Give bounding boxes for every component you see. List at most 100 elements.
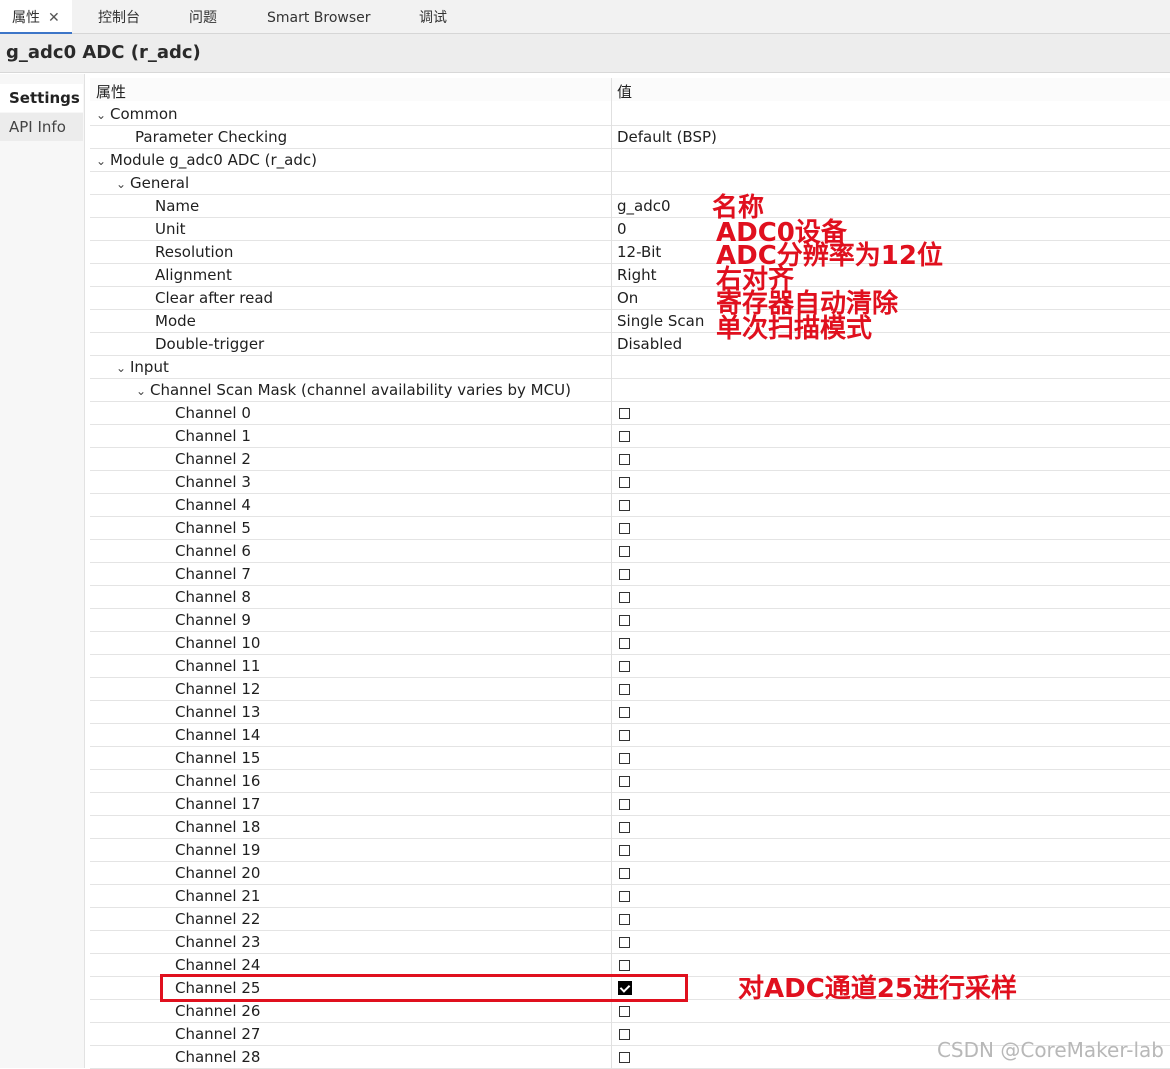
checkbox[interactable] [619,638,630,649]
checkbox[interactable] [619,684,630,695]
channel-row[interactable]: Channel 9 [90,609,1170,632]
tree-group-row[interactable]: ⌄ Input [90,356,1170,379]
chevron-down-icon[interactable]: ⌄ [96,154,110,168]
property-row[interactable]: Clear after read On [90,287,1170,310]
checkbox[interactable] [619,937,630,948]
tree-group-row[interactable]: ⌄ Module g_adc0 ADC (r_adc) [90,149,1170,172]
tab-console[interactable]: 控制台 [86,0,152,33]
checkbox[interactable] [619,960,630,971]
checkbox[interactable] [619,730,630,741]
channel-row[interactable]: Channel 17 [90,793,1170,816]
close-icon[interactable]: ✕ [48,10,60,26]
channel-row[interactable]: Channel 15 [90,747,1170,770]
checkbox[interactable] [619,1029,630,1040]
chevron-down-icon[interactable]: ⌄ [136,384,150,398]
checkbox[interactable] [619,523,630,534]
property-label: Channel 9 [175,611,251,629]
checkbox[interactable] [619,477,630,488]
property-cell: Double-trigger [155,335,264,353]
checkbox[interactable] [619,1052,630,1063]
checkbox[interactable] [619,454,630,465]
channel-row[interactable]: Channel 21 [90,885,1170,908]
tab-api-info[interactable]: API Info [0,113,83,141]
property-cell: Channel 11 [175,657,260,675]
channel-row[interactable]: Channel 5 [90,517,1170,540]
channel-row[interactable]: Channel 20 [90,862,1170,885]
property-row[interactable]: Parameter Checking Default (BSP) [90,126,1170,149]
chevron-down-icon[interactable]: ⌄ [116,177,130,191]
property-cell: Mode [155,312,196,330]
channel-row[interactable]: Channel 8 [90,586,1170,609]
checkbox[interactable] [619,868,630,879]
property-value[interactable]: 0 [617,220,627,238]
column-divider[interactable] [611,78,612,1068]
chevron-down-icon[interactable]: ⌄ [116,361,130,375]
channel-row[interactable]: Channel 22 [90,908,1170,931]
channel-row[interactable]: Channel 7 [90,563,1170,586]
channel-row[interactable]: Channel 4 [90,494,1170,517]
checkbox[interactable] [619,914,630,925]
channel-row[interactable]: Channel 23 [90,931,1170,954]
property-cell: Alignment [155,266,232,284]
checkbox[interactable] [619,546,630,557]
channel-row[interactable]: Channel 3 [90,471,1170,494]
checkbox[interactable] [619,569,630,580]
property-row[interactable]: Name g_adc0 [90,195,1170,218]
channel-row[interactable]: Channel 19 [90,839,1170,862]
property-value[interactable]: Right [617,266,657,284]
channel-row[interactable]: Channel 11 [90,655,1170,678]
property-label: Channel 14 [175,726,261,744]
checkbox[interactable] [619,615,630,626]
checkbox[interactable] [619,408,630,419]
property-value[interactable]: Disabled [617,335,682,353]
channel-row[interactable]: Channel 2 [90,448,1170,471]
tree-group-row[interactable]: ⌄ General [90,172,1170,195]
property-value[interactable]: 12-Bit [617,243,661,261]
checkbox[interactable] [619,500,630,511]
checkbox[interactable] [619,845,630,856]
checkbox[interactable] [619,431,630,442]
property-label: Mode [155,312,196,330]
property-value[interactable]: g_adc0 [617,197,671,215]
tab-settings[interactable]: Settings [0,84,83,112]
property-value[interactable]: On [617,289,638,307]
property-label: Channel 6 [175,542,251,560]
checkbox[interactable] [619,707,630,718]
checkbox[interactable] [619,661,630,672]
channel-row[interactable]: Channel 0 [90,402,1170,425]
checkbox[interactable] [619,822,630,833]
channel-row[interactable]: Channel 14 [90,724,1170,747]
property-row[interactable]: Double-trigger Disabled [90,333,1170,356]
channel-row[interactable]: Channel 16 [90,770,1170,793]
tab-properties[interactable]: 属性 ✕ [0,0,72,34]
property-label: Double-trigger [155,335,265,353]
tab-smart-browser[interactable]: Smart Browser [255,0,383,33]
property-row[interactable]: Resolution 12-Bit [90,241,1170,264]
property-cell: Channel 13 [175,703,260,721]
checkbox[interactable] [619,592,630,603]
checkbox[interactable] [619,799,630,810]
property-cell: ⌄ Module g_adc0 ADC (r_adc) [96,151,317,169]
property-value[interactable]: Default (BSP) [617,128,717,146]
annotation-mode: 单次扫描模式 [716,314,873,344]
channel-row[interactable]: Channel 13 [90,701,1170,724]
checkbox[interactable] [619,753,630,764]
channel-row[interactable]: Channel 12 [90,678,1170,701]
chevron-down-icon[interactable]: ⌄ [96,108,110,122]
property-row[interactable]: Mode Single Scan [90,310,1170,333]
channel-row[interactable]: Channel 1 [90,425,1170,448]
channel-row[interactable]: Channel 18 [90,816,1170,839]
property-value[interactable]: Single Scan [617,312,704,330]
checkbox[interactable] [619,776,630,787]
channel-row[interactable]: Channel 10 [90,632,1170,655]
tab-debug-label: 调试 [419,10,447,26]
property-row[interactable]: Unit 0 [90,218,1170,241]
tab-problems[interactable]: 问题 [177,0,229,33]
checkbox[interactable] [619,891,630,902]
tree-group-row[interactable]: ⌄ Channel Scan Mask (channel availability… [90,379,1170,402]
checkbox[interactable] [619,1006,630,1017]
channel-row[interactable]: Channel 6 [90,540,1170,563]
tab-debug[interactable]: 调试 [407,0,459,33]
property-row[interactable]: Alignment Right [90,264,1170,287]
tree-group-row[interactable]: ⌄ Common [90,103,1170,126]
